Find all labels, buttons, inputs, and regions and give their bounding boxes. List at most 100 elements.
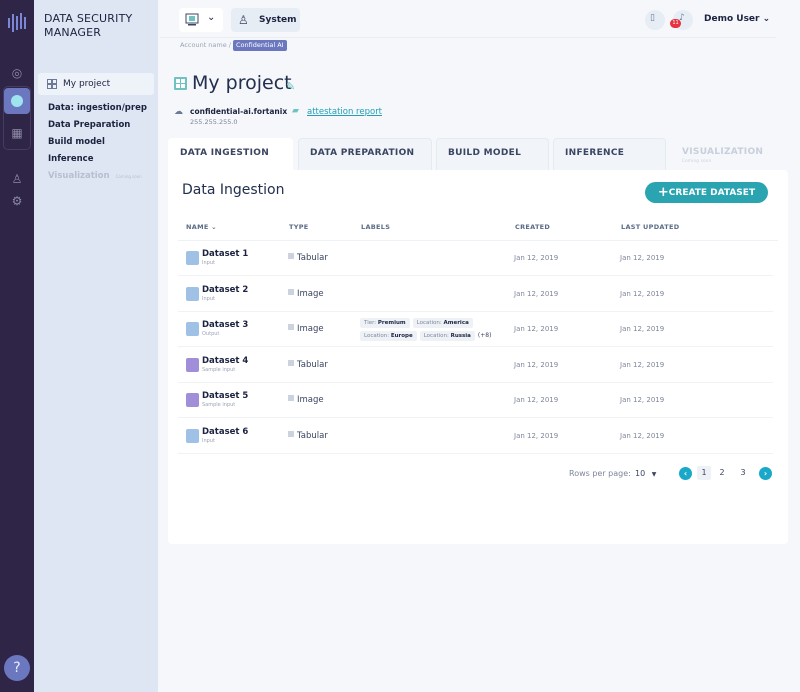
dashboard-icon[interactable]: ◎	[9, 65, 25, 81]
breadcrumb: Account name / Confidential AI	[180, 40, 287, 51]
sidebar-item-build-model[interactable]: Build model	[48, 137, 105, 147]
dataset-name[interactable]: Dataset 5	[202, 391, 248, 401]
database-icon	[186, 428, 199, 443]
sort-chevron-icon: ⌄	[211, 223, 217, 231]
tab-inference[interactable]: INFERENCE	[553, 138, 666, 171]
docs-button[interactable]: ▯	[645, 10, 665, 30]
type-label: Image	[297, 288, 324, 299]
type-icon	[288, 359, 294, 366]
ai-brain-icon[interactable]	[4, 88, 30, 114]
database-icon	[186, 251, 199, 265]
dataset-role: Input	[202, 437, 215, 444]
created-date: Jan 12, 2019	[514, 431, 559, 440]
page-3[interactable]: 3	[736, 466, 750, 480]
more-labels[interactable]: (+8)	[478, 332, 492, 339]
rows-per-page-label: Rows per page:	[569, 469, 631, 478]
sidebar-project[interactable]: My project	[38, 73, 154, 95]
chevron-down-icon: ⌄	[207, 12, 216, 23]
page-title: My project	[192, 72, 292, 94]
database-icon	[186, 393, 199, 407]
icon-rail: ◎ ▦ ♙ ⚙ ?	[0, 0, 34, 692]
column-header-name[interactable]: NAME ⌄	[186, 223, 217, 231]
device-selector-button[interactable]: ⌄	[179, 8, 223, 32]
created-date: Jan 12, 2019	[514, 360, 559, 369]
chevron-down-icon: ⌄	[762, 14, 771, 24]
sidebar-project-label: My project	[63, 79, 111, 89]
page-2[interactable]: 2	[715, 466, 729, 480]
cloud-server-icon: ☁	[174, 107, 183, 117]
dataset-role: Sample input	[202, 402, 236, 408]
plus-icon: +	[657, 185, 669, 200]
next-page-button[interactable]: ›	[759, 467, 772, 480]
label-key: Location:	[416, 320, 442, 326]
book-icon: ▯	[650, 13, 655, 23]
dataset-type: Tabular	[288, 253, 328, 263]
project-grid-icon	[47, 79, 57, 89]
dataset-role: Input	[202, 295, 215, 302]
app-logo-icon	[8, 13, 26, 32]
tab-visualization: VISUALIZATION Coming soon	[671, 138, 781, 171]
settings-icon[interactable]: ⚙	[9, 193, 25, 209]
user-name: Demo User	[704, 14, 760, 24]
column-header-created: CREATED	[515, 223, 551, 231]
dataset-name[interactable]: Dataset 1	[202, 249, 248, 259]
sidebar-item-inference[interactable]: Inference	[48, 154, 94, 164]
rows-per-page-select[interactable]: 10 ▼	[635, 469, 656, 478]
table-row[interactable]: Dataset 3 Output Image Jan 12, 2019 Jan …	[178, 312, 773, 347]
host-ip: 255.255.255.0	[190, 118, 238, 126]
column-header-updated: LAST UPDATED	[621, 223, 680, 231]
user-gear-icon: ♙	[238, 13, 249, 27]
dataset-role: Output	[202, 331, 220, 337]
type-label: Tabular	[297, 253, 328, 263]
table-row[interactable]: Dataset 4 Sample input Tabular Jan 12, 2…	[178, 348, 773, 383]
panel-title: Data Ingestion	[182, 182, 285, 198]
sidebar-item-ingestion[interactable]: Data: ingestion/prep	[48, 103, 147, 113]
prev-page-button[interactable]: ‹	[679, 467, 692, 480]
breadcrumb-current: Confidential AI	[233, 40, 287, 51]
label-chip[interactable]: Tier: Premium	[360, 318, 410, 328]
attestation-report-link[interactable]: attestation report	[307, 107, 382, 117]
tab-build-model[interactable]: BUILD MODEL	[436, 138, 549, 171]
help-icon[interactable]: ?	[4, 655, 30, 681]
label-chip[interactable]: Location: Europe	[360, 331, 417, 341]
create-dataset-button[interactable]: +CREATE DATASET	[645, 182, 768, 203]
dataset-type: Tabular	[288, 359, 328, 370]
dataset-name[interactable]: Dataset 2	[202, 285, 248, 295]
table-row[interactable]: Dataset 6 Input Tabular Jan 12, 2019 Jan…	[178, 419, 773, 454]
sidebar-item-visualization: Visualization Coming soon	[48, 171, 142, 181]
tab-label: VISUALIZATION	[682, 147, 764, 157]
dataset-name[interactable]: Dataset 3	[202, 320, 248, 330]
updated-date: Jan 12, 2019	[620, 289, 665, 298]
table-row[interactable]: Dataset 1 Input Tabular Jan 12, 2019 Jan…	[178, 241, 773, 276]
label-chip[interactable]: Location: America	[412, 318, 473, 328]
label-chip[interactable]: Location: Russia	[419, 331, 475, 341]
dataset-type: Image	[288, 324, 324, 334]
table-row[interactable]: Dataset 5 Sample input Image Jan 12, 201…	[178, 383, 773, 418]
breadcrumb-root[interactable]: Account name /	[180, 41, 231, 49]
system-button[interactable]: ♙ System	[231, 8, 300, 32]
grid-icon[interactable]: ▦	[9, 125, 25, 141]
sidebar-item-preparation[interactable]: Data Preparation	[48, 120, 130, 130]
tab-data-preparation[interactable]: DATA PREPARATION	[298, 138, 432, 171]
type-icon	[288, 324, 294, 330]
label-value: America	[443, 320, 469, 326]
edit-icon[interactable]: ✎	[286, 80, 295, 93]
type-label: Tabular	[297, 430, 328, 441]
label-value: Premium	[377, 320, 406, 326]
updated-date: Jan 12, 2019	[620, 325, 665, 333]
dataset-name[interactable]: Dataset 6	[202, 427, 248, 437]
created-date: Jan 12, 2019	[514, 396, 559, 404]
dataset-name[interactable]: Dataset 4	[202, 356, 248, 366]
column-label: NAME	[186, 223, 209, 231]
type-label: Image	[297, 324, 324, 334]
tab-data-ingestion[interactable]: DATA INGESTION	[168, 138, 293, 171]
label-value: Russia	[450, 333, 471, 339]
table-row[interactable]: Dataset 2 Input Image Jan 12, 2019 Jan 1…	[178, 277, 773, 312]
user-doc-icon[interactable]: ♙	[9, 171, 25, 187]
user-menu[interactable]: Demo User ⌄	[704, 14, 770, 24]
page-1[interactable]: 1	[697, 466, 711, 480]
coming-soon-note: Coming soon	[682, 158, 712, 163]
divider	[160, 37, 776, 38]
sidebar: DATA SECURITY MANAGER My project Data: i…	[34, 0, 158, 692]
type-label: Image	[297, 395, 324, 405]
